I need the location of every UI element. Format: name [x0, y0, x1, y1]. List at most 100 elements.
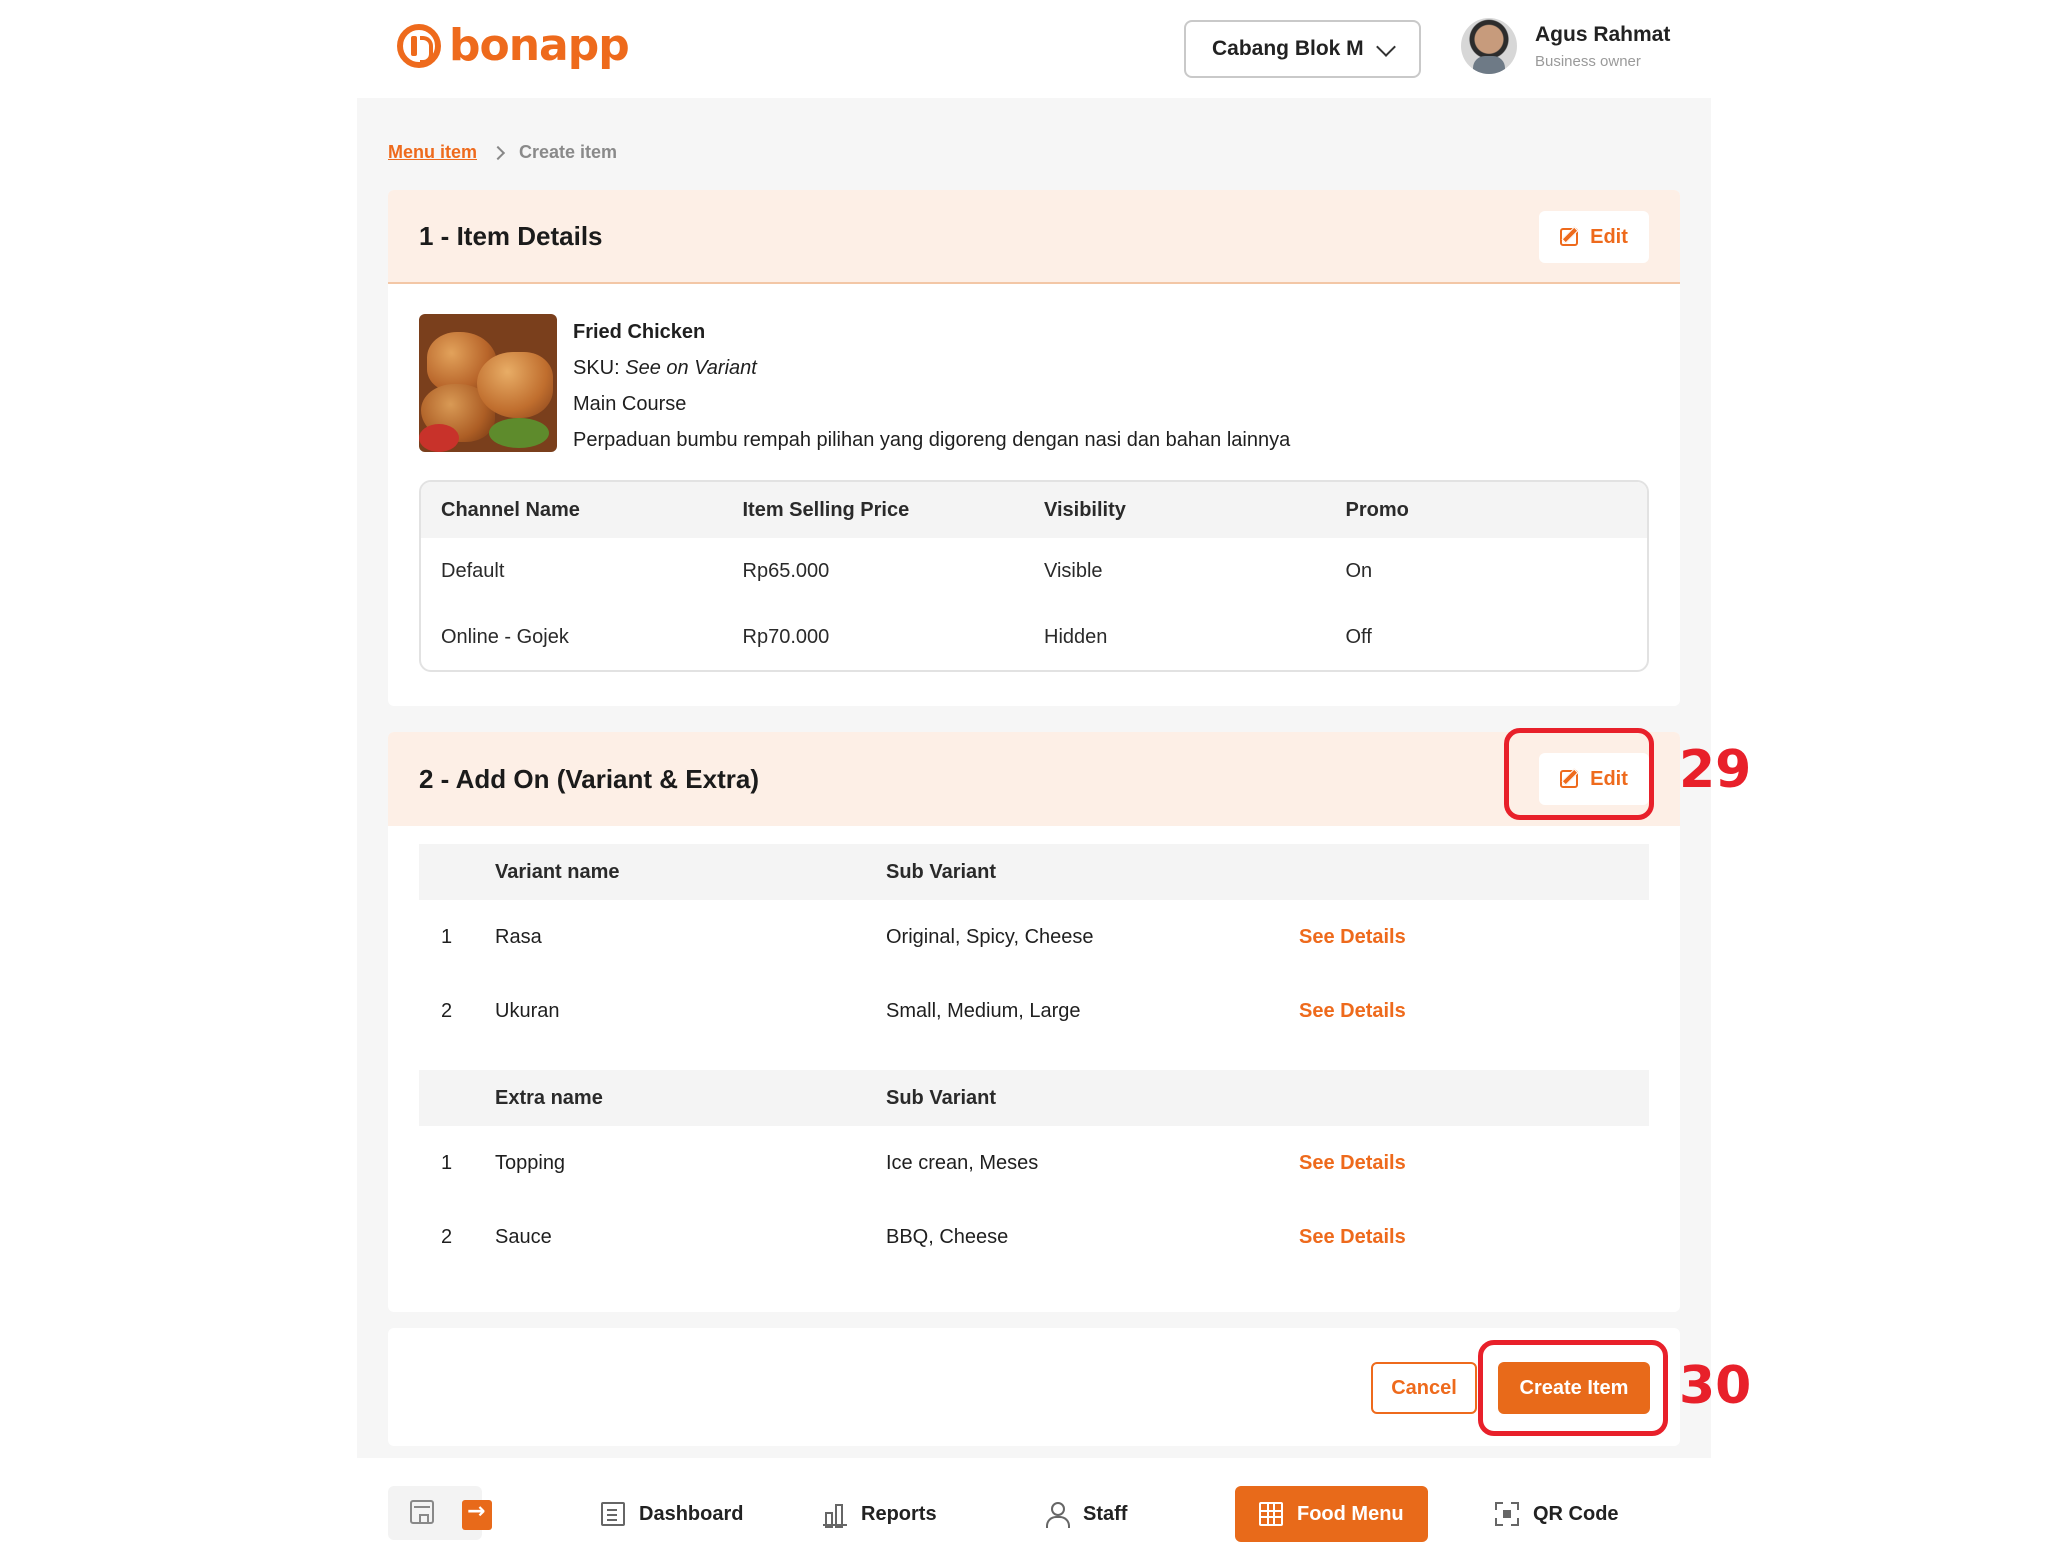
table-row: 1 Rasa Original, Spicy, Cheese See Detai… [419, 900, 1649, 974]
extra-table: Extra name Sub Variant 1 Topping Ice cre… [419, 1070, 1649, 1274]
outlet-switcher [388, 1486, 492, 1540]
variant-name: Ukuran [495, 999, 560, 1022]
item-description: Perpaduan bumbu rempah pilihan yang digo… [573, 429, 1291, 451]
avatar [1461, 18, 1517, 74]
item-category: Main Course [573, 393, 687, 415]
item-sku-value: See on Variant [625, 357, 757, 379]
row-number: 2 [441, 1225, 453, 1248]
item-details-header: 1 - Item Details Edit [388, 190, 1680, 284]
table-row: 1 Topping Ice crean, Meses See Details [419, 1126, 1649, 1200]
column-header: Channel Name [441, 498, 580, 521]
user-profile[interactable]: Agus Rahmat Business owner [1461, 18, 1670, 74]
item-details-edit-button[interactable]: Edit [1539, 211, 1649, 263]
see-details-link[interactable]: See Details [1299, 1152, 1406, 1175]
add-on-header: 2 - Add On (Variant & Extra) Edit [388, 732, 1680, 826]
table-cell: On [1345, 559, 1373, 582]
table-cell: Rp65.000 [742, 559, 830, 582]
column-header: Sub Variant [886, 1086, 997, 1109]
table-cell: Default [441, 559, 505, 582]
annotation-number-29: 29 [1679, 740, 1752, 800]
nav-food-menu[interactable]: Food Menu [1235, 1486, 1428, 1542]
row-number: 2 [441, 999, 453, 1022]
cancel-button[interactable]: Cancel [1371, 1362, 1477, 1414]
nav-label: Staff [1083, 1502, 1128, 1525]
reports-icon [823, 1502, 847, 1528]
item-details-title: 1 - Item Details [419, 220, 603, 251]
row-number: 1 [441, 925, 453, 948]
qr-code-icon [1495, 1502, 1519, 1526]
nav-label: Dashboard [639, 1502, 744, 1525]
table-cell: Online - Gojek [441, 625, 569, 648]
sub-variant: Original, Spicy, Cheese [886, 925, 1094, 948]
annotation-number-30: 30 [1679, 1356, 1752, 1416]
nav-label: Food Menu [1297, 1502, 1404, 1525]
table-cell: Hidden [1044, 625, 1108, 648]
add-on-title: 2 - Add On (Variant & Extra) [419, 763, 759, 794]
table-row: Online - Gojek Rp70.000 Hidden Off [421, 604, 1647, 670]
see-details-link[interactable]: See Details [1299, 1000, 1406, 1023]
table-header-row: Variant name Sub Variant [419, 844, 1649, 900]
app-root: bonapp Cabang Blok M Agus Rahmat Busines… [357, 0, 1751, 1550]
table-row: 2 Sauce BBQ, Cheese See Details [419, 1200, 1649, 1274]
table-cell: Rp70.000 [742, 625, 830, 648]
staff-icon [1045, 1502, 1070, 1528]
breadcrumb-current: Create item [519, 142, 618, 162]
item-sku: SKU: See on Variant [573, 350, 1290, 386]
breadcrumb-menu-item-link[interactable]: Menu item [388, 142, 477, 163]
edit-label: Edit [1590, 225, 1628, 248]
item-sku-label: SKU: [573, 357, 620, 379]
item-photo [419, 314, 557, 452]
channel-table: Channel Name Item Selling Price Visibili… [419, 480, 1649, 672]
logout-arrow-icon[interactable] [462, 1499, 492, 1530]
nav-qr-code[interactable]: QR Code [1495, 1486, 1619, 1542]
chevron-right-icon [490, 145, 506, 160]
variant-name: Rasa [495, 925, 542, 948]
column-header: Visibility [1044, 498, 1126, 521]
row-number: 1 [441, 1151, 453, 1174]
nav-staff[interactable]: Staff [1045, 1486, 1127, 1542]
extra-name: Topping [495, 1151, 566, 1174]
table-row: Default Rp65.000 Visible On [421, 538, 1647, 604]
column-header: Variant name [495, 860, 620, 883]
sub-variant: Small, Medium, Large [886, 999, 1081, 1022]
sub-variant: BBQ, Cheese [886, 1225, 1009, 1248]
edit-icon [1560, 228, 1579, 246]
item-name: Fried Chicken [573, 321, 706, 343]
table-header-row: Extra name Sub Variant [419, 1070, 1649, 1126]
see-details-link[interactable]: See Details [1299, 1226, 1406, 1249]
variant-table: Variant name Sub Variant 1 Rasa Original… [419, 844, 1649, 1048]
nav-label: Reports [861, 1502, 937, 1525]
column-header: Extra name [495, 1086, 603, 1109]
nav-reports[interactable]: Reports [823, 1486, 937, 1542]
user-role: Business owner [1535, 52, 1641, 70]
top-header: bonapp Cabang Blok M Agus Rahmat Busines… [357, 0, 1711, 98]
see-details-link[interactable]: See Details [1299, 926, 1406, 949]
breadcrumb: Menu item Create item [388, 142, 617, 163]
table-cell: Visible [1044, 559, 1103, 582]
nav-label: QR Code [1533, 1502, 1619, 1525]
extra-name: Sauce [495, 1225, 552, 1248]
bottom-nav: Dashboard Reports Staff Food Menu QR Cod… [357, 1458, 1711, 1550]
bonapp-logo[interactable]: bonapp [397, 20, 630, 71]
food-menu-icon [1259, 1502, 1283, 1526]
table-cell: Off [1345, 625, 1372, 648]
sub-variant: Ice crean, Meses [886, 1151, 1039, 1174]
column-header: Sub Variant [886, 860, 997, 883]
nav-dashboard[interactable]: Dashboard [601, 1486, 743, 1542]
annotation-box-30 [1478, 1340, 1668, 1436]
item-details-card: 1 - Item Details Edit Fried Chicken SKU:… [388, 190, 1680, 706]
item-info: Fried Chicken SKU: See on Variant Main C… [419, 314, 1290, 458]
add-on-card: 2 - Add On (Variant & Extra) Edit Varian… [388, 732, 1680, 1312]
table-row: 2 Ukuran Small, Medium, Large See Detail… [419, 974, 1649, 1048]
dashboard-icon [601, 1502, 625, 1526]
chevron-down-icon [1376, 37, 1396, 57]
annotation-box-29 [1504, 728, 1654, 820]
branch-select-value: Cabang Blok M [1212, 37, 1364, 60]
logo-mark-icon [397, 23, 441, 68]
column-header: Promo [1345, 498, 1409, 521]
table-header-row: Channel Name Item Selling Price Visibili… [421, 482, 1647, 538]
branch-select[interactable]: Cabang Blok M [1184, 20, 1421, 78]
user-name: Agus Rahmat [1535, 22, 1671, 46]
column-header: Item Selling Price [742, 498, 910, 521]
store-icon[interactable] [410, 1500, 434, 1524]
